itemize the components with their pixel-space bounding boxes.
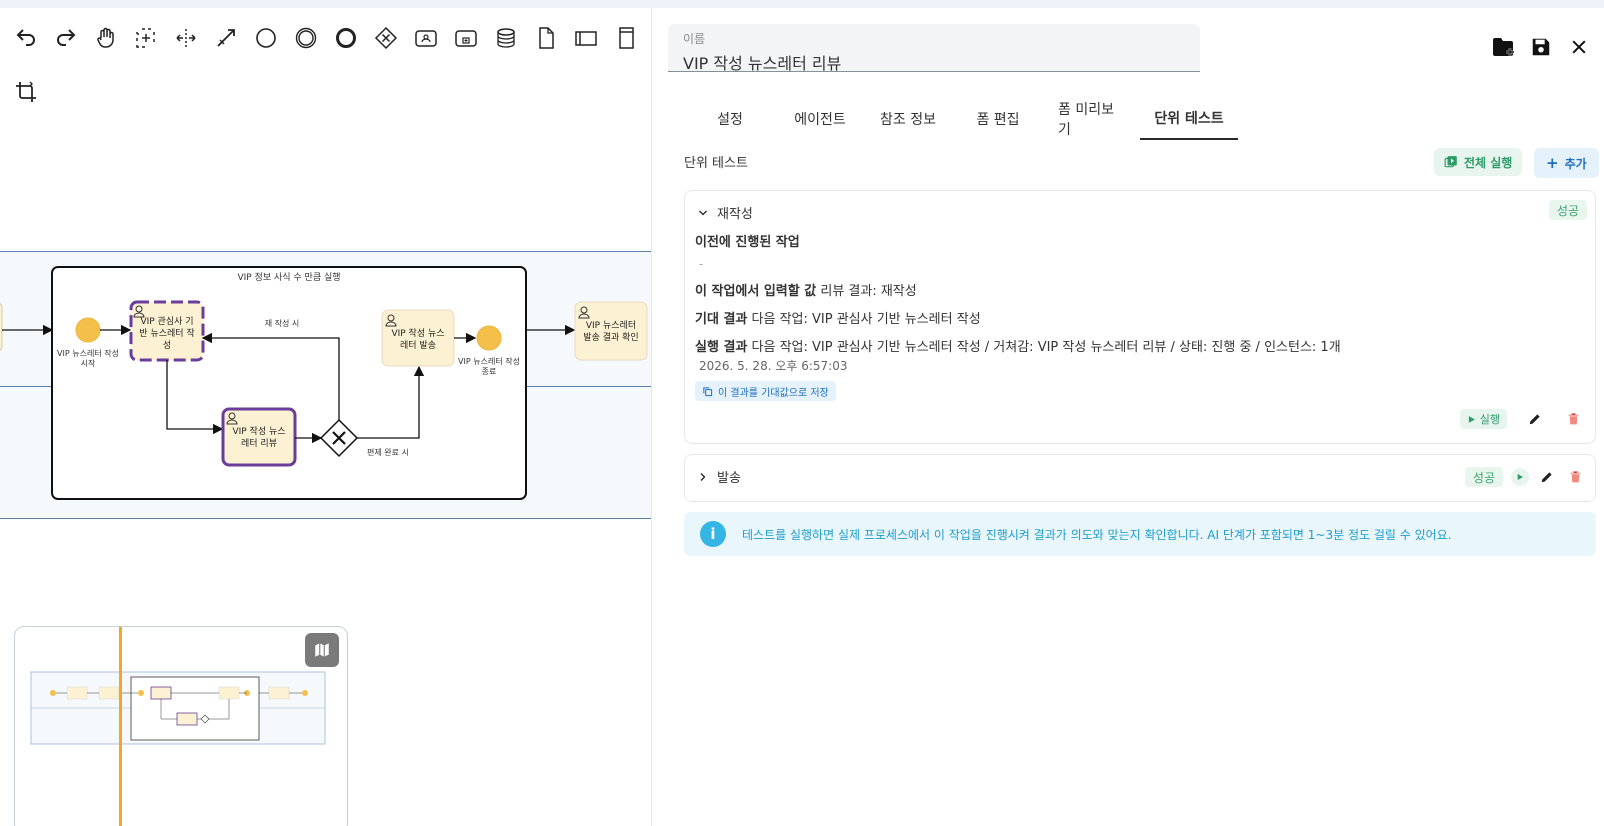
- subprocess-title: VIP 정보 사식 수 만큼 실행: [237, 271, 340, 283]
- task-draft-label-3: 성: [163, 340, 171, 351]
- task-confirm-label-2: 발송 결과 확인: [583, 331, 638, 343]
- run-all-label: 전체 실행: [1464, 155, 1513, 170]
- minimap-toggle-button[interactable]: [305, 633, 339, 667]
- name-field-value[interactable]: VIP 작성 뉴스레터 리뷰: [683, 50, 1185, 74]
- add-test-button[interactable]: + 추가: [1534, 148, 1599, 178]
- minimap-preview: [30, 671, 326, 745]
- task-review-label-2: 레터 리뷰: [241, 438, 277, 449]
- playlist-play-icon: [1444, 156, 1457, 168]
- test-card-actions: 실행: [1459, 409, 1583, 429]
- test-card-header[interactable]: 재작성: [697, 203, 753, 222]
- prev-task-label: 이전에 진행된 작업: [695, 235, 800, 250]
- edit-icon[interactable]: [1537, 467, 1557, 487]
- expected-label: 기대 결과: [695, 312, 748, 327]
- end-event[interactable]: [476, 325, 502, 351]
- panel-actions: [1490, 34, 1592, 60]
- tab-agent[interactable]: 에이전트: [776, 98, 864, 140]
- input-label: 이 작업에서 입력할 값: [695, 284, 817, 299]
- map-icon: [315, 643, 329, 657]
- flow-label-approve: 편제 완료 시: [367, 447, 409, 457]
- task-draft-label-2: 반 뉴스레터 작: [139, 328, 194, 339]
- panel-tabs: 설정 에이전트 참조 정보 폼 편집 폼 미리보기 단위 테스트: [684, 98, 1238, 140]
- info-text: 테스트를 실행하면 실제 프로세스에서 이 작업을 진행시켜 결과가 의도와 맞…: [742, 527, 1452, 542]
- end-event-label-2: 종료: [482, 367, 497, 376]
- save-as-expected-button[interactable]: 이 결과를 기대값으로 저장: [695, 381, 836, 401]
- task-partial[interactable]: [0, 302, 3, 352]
- minimap-viewport[interactable]: [119, 627, 122, 826]
- bpmn-canvas[interactable]: VIP 정보 사식 수 만큼 실행 VIP 뉴스레터 작성 시작 VIP 관심사…: [0, 8, 652, 826]
- tab-form-edit[interactable]: 폼 편집: [952, 98, 1044, 140]
- start-event-label-2: 시작: [81, 358, 96, 368]
- task-draft-label-1: VIP 관심사 기: [140, 316, 193, 327]
- run-test-button[interactable]: 실행: [1459, 409, 1507, 429]
- chevron-down-icon: [699, 210, 707, 215]
- name-field[interactable]: 이름 VIP 작성 뉴스레터 리뷰: [668, 24, 1200, 74]
- info-icon: i: [700, 521, 726, 547]
- test-details: 이전에 진행된 작업 - 이 작업에서 입력할 값 리뷰 결과: 재작성 기대 …: [695, 231, 1341, 401]
- end-event-label-1: VIP 뉴스레터 작성: [458, 356, 520, 366]
- start-event[interactable]: [75, 317, 101, 343]
- input-value: 리뷰 결과: 재작성: [820, 284, 917, 299]
- save-icon[interactable]: [1528, 34, 1554, 60]
- info-banner: i 테스트를 실행하면 실제 프로세스에서 이 작업을 진행시켜 결과가 의도와…: [684, 512, 1596, 556]
- close-icon[interactable]: [1566, 34, 1592, 60]
- task-send-label-2: 레터 발송: [400, 340, 436, 351]
- edit-icon[interactable]: [1525, 409, 1545, 429]
- tab-form-preview[interactable]: 폼 미리보기: [1044, 98, 1140, 140]
- task-confirm-result[interactable]: [574, 301, 648, 361]
- tab-unit-test[interactable]: 단위 테스트: [1140, 98, 1238, 140]
- test-card: 재작성 성공 이전에 진행된 작업 - 이 작업에서 입력할 값 리뷰 결과: …: [684, 190, 1596, 444]
- save-as-expected-label: 이 결과를 기대값으로 저장: [718, 387, 829, 399]
- properties-panel: 이름 VIP 작성 뉴스레터 리뷰 설정 에이전트 참조 정보 폼 편집 폼 미…: [652, 8, 1604, 826]
- plus-icon: +: [1546, 153, 1559, 172]
- flow-label-rewrite: 재 작성 시: [265, 318, 300, 328]
- status-badge: 성공: [1548, 200, 1587, 220]
- task-confirm-label-1: VIP 뉴스레터: [586, 320, 636, 331]
- actual-label: 실행 결과: [695, 340, 748, 355]
- status-badge: 성공: [1464, 467, 1503, 487]
- delete-icon[interactable]: [1565, 467, 1585, 487]
- section-title: 단위 테스트: [684, 156, 748, 171]
- minimap[interactable]: [14, 626, 348, 826]
- run-timestamp: 2026. 5. 28. 오후 6:57:03: [699, 359, 848, 373]
- play-icon: [1468, 415, 1475, 423]
- actual-value: 다음 작업: VIP 관심사 기반 뉴스레터 작성 / 거쳐감: VIP 작성 …: [751, 340, 1341, 355]
- run-test-label: 실행: [1479, 413, 1500, 426]
- tab-reference[interactable]: 참조 정보: [864, 98, 952, 140]
- test-card: 발송 성공: [684, 454, 1596, 502]
- run-all-button[interactable]: 전체 실행: [1434, 148, 1523, 176]
- delete-icon[interactable]: [1563, 409, 1583, 429]
- play-icon[interactable]: [1511, 468, 1529, 486]
- test-card-header[interactable]: 발송: [697, 467, 741, 486]
- start-event-label-1: VIP 뉴스레터 작성: [57, 348, 119, 358]
- add-label: 추가: [1564, 156, 1587, 171]
- chevron-right-icon: [700, 472, 706, 481]
- expected-value: 다음 작업: VIP 관심사 기반 뉴스레터 작성: [751, 312, 981, 327]
- test-title: 재작성: [717, 207, 753, 222]
- test-card-actions: 성공: [1464, 467, 1585, 487]
- task-review-label-1: VIP 작성 뉴스: [232, 426, 285, 437]
- task-send-label-1: VIP 작성 뉴스: [391, 328, 444, 339]
- name-field-label: 이름: [683, 32, 706, 46]
- folder-add-icon[interactable]: [1490, 34, 1516, 60]
- test-title: 발송: [717, 471, 741, 486]
- prev-task-value: -: [699, 257, 704, 271]
- task-review-newsletter[interactable]: [221, 407, 297, 467]
- tab-settings[interactable]: 설정: [684, 98, 776, 140]
- copy-icon: [703, 386, 713, 396]
